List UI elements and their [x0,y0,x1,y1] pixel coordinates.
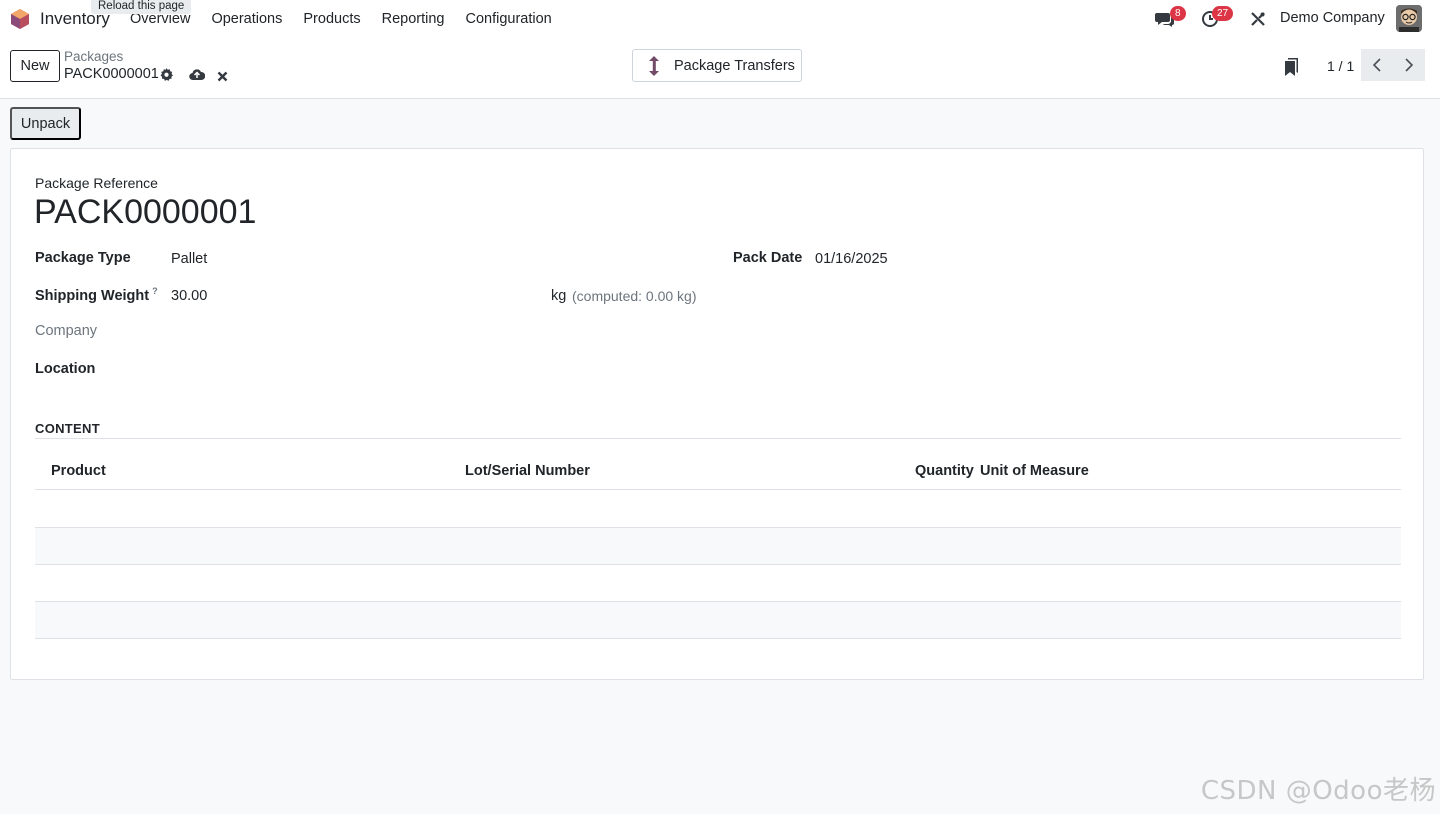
shipping-weight-help-icon[interactable]: ? [152,286,158,296]
top-navbar: Inventory Overview Operations Products R… [0,0,1440,38]
inventory-app-icon[interactable] [10,8,30,30]
menu-operations[interactable]: Operations [211,11,282,27]
shipping-weight-label-text: Shipping Weight [35,287,150,304]
package-type-label: Package Type [35,250,131,266]
reload-tooltip: Reload this page [91,0,192,14]
column-unit-of-measure[interactable]: Unit of Measure [980,463,1089,479]
transfer-arrows-icon [644,55,664,80]
column-lot-serial-number[interactable]: Lot/Serial Number [465,463,590,479]
debug-tools-icon[interactable] [1250,11,1266,30]
breadcrumb-packages[interactable]: Packages [64,49,123,64]
gear-icon[interactable] [160,68,173,84]
pager-previous-button[interactable] [1361,49,1393,81]
control-panel: New Packages PACK0000001 Package Transfe… [0,38,1440,99]
package-reference-label: Package Reference [35,175,158,191]
menu-reporting[interactable]: Reporting [382,11,445,27]
table-row [35,491,1401,528]
package-type-field[interactable]: Pallet [171,251,207,267]
company-label: Company [35,323,98,339]
user-avatar[interactable] [1396,5,1422,32]
chevron-left-icon [1372,58,1381,72]
location-field[interactable] [171,357,671,381]
content-section-title: CONTENT [35,421,100,436]
location-label: Location [35,361,96,377]
discard-close-icon[interactable] [217,69,228,85]
pager-next-button[interactable] [1393,49,1425,81]
pack-date-label: Pack Date [733,250,803,266]
pack-date-field[interactable]: 01/16/2025 [815,251,888,267]
activities-badge: 27 [1212,6,1234,21]
column-product[interactable]: Product [51,463,106,479]
bookmark-icon[interactable] [1285,58,1299,79]
table-row [35,528,1401,565]
table-row [35,565,1401,602]
package-reference-field[interactable]: PACK0000001 [34,193,256,232]
cloud-save-icon[interactable] [189,68,206,84]
table-row [35,602,1401,639]
shipping-weight-label: Shipping Weight? [35,286,158,304]
section-divider [35,438,1401,439]
watermark: CSDN @Odoo老杨 [1200,776,1436,806]
chevron-right-icon [1405,58,1414,72]
weight-unit: kg [551,288,567,304]
package-transfers-button[interactable]: Package Transfers [632,49,802,82]
menu-products[interactable]: Products [303,11,360,27]
breadcrumb-current-record: PACK0000001 [64,66,159,82]
unpack-button[interactable]: Unpack [10,107,81,140]
pager-value[interactable]: 1 / 1 [1327,58,1354,74]
package-transfers-label: Package Transfers [674,58,795,74]
company-switcher[interactable]: Demo Company [1280,10,1385,26]
shipping-weight-field[interactable]: 30.00 [171,288,207,304]
form-sheet: Package Reference PACK0000001 Package Ty… [10,148,1424,680]
new-button[interactable]: New [10,50,60,82]
main-menu: Overview Operations Products Reporting C… [130,0,573,38]
column-quantity[interactable]: Quantity [915,463,974,479]
messages-badge: 8 [1170,6,1186,21]
menu-configuration[interactable]: Configuration [465,11,551,27]
computed-weight: (computed: 0.00 kg) [572,288,697,304]
content-table-header: Product Lot/Serial Number Quantity Unit … [35,454,1401,490]
